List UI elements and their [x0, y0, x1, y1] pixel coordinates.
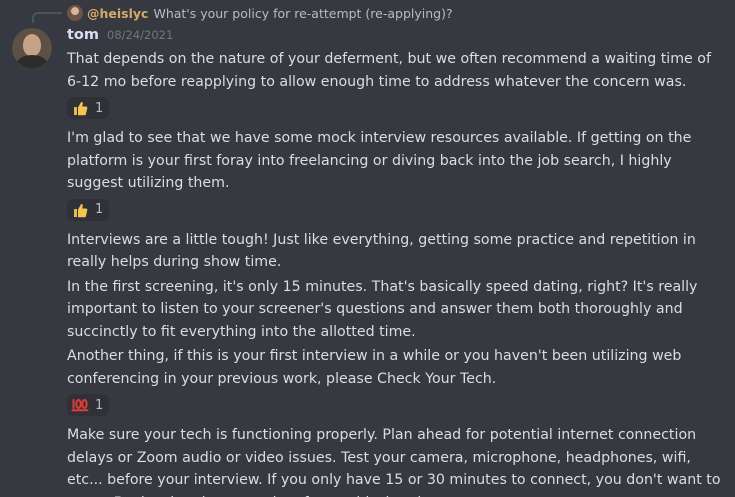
avatar-face: [23, 34, 41, 56]
message-header: tom 08/24/2021: [67, 27, 173, 43]
reaction-count: 1: [95, 100, 104, 116]
reaction-hundred-points[interactable]: 1: [67, 394, 110, 416]
message-text: In the first screening, it's only 15 min…: [67, 278, 698, 340]
reply-text[interactable]: What's your policy for re-attempt (re-ap…: [153, 6, 452, 21]
message-text: That depends on the nature of your defer…: [67, 51, 711, 90]
author-username[interactable]: tom: [67, 27, 99, 43]
reply-preview[interactable]: @heislyc What's your policy for re-attem…: [67, 4, 453, 22]
message-timestamp[interactable]: 08/24/2021: [107, 28, 173, 42]
avatar-body: [16, 55, 48, 68]
reaction-thumbs-up[interactable]: 1: [67, 97, 110, 119]
reply-connector-line: [32, 12, 62, 23]
reaction-count: 1: [95, 397, 104, 413]
message-text: I'm glad to see that we have some mock i…: [67, 130, 692, 191]
thumbs-up-icon: [71, 202, 89, 218]
hundred-points-icon: [71, 397, 89, 413]
message-text: Interviews are a little tough! Just like…: [67, 231, 696, 271]
avatar[interactable]: [12, 28, 52, 68]
message-content: That depends on the nature of your defer…: [67, 48, 727, 497]
thumbs-up-icon: [71, 100, 89, 116]
message-text: Another thing, if this is your first int…: [67, 348, 682, 387]
reply-avatar[interactable]: [67, 5, 83, 21]
message-text: Make sure your tech is functioning prope…: [67, 427, 721, 497]
chat-message-group: @heislyc What's your policy for re-attem…: [0, 0, 735, 497]
reply-username[interactable]: @heislyc: [87, 6, 148, 21]
reaction-thumbs-up[interactable]: 1: [67, 198, 110, 221]
reaction-count: 1: [95, 202, 104, 217]
